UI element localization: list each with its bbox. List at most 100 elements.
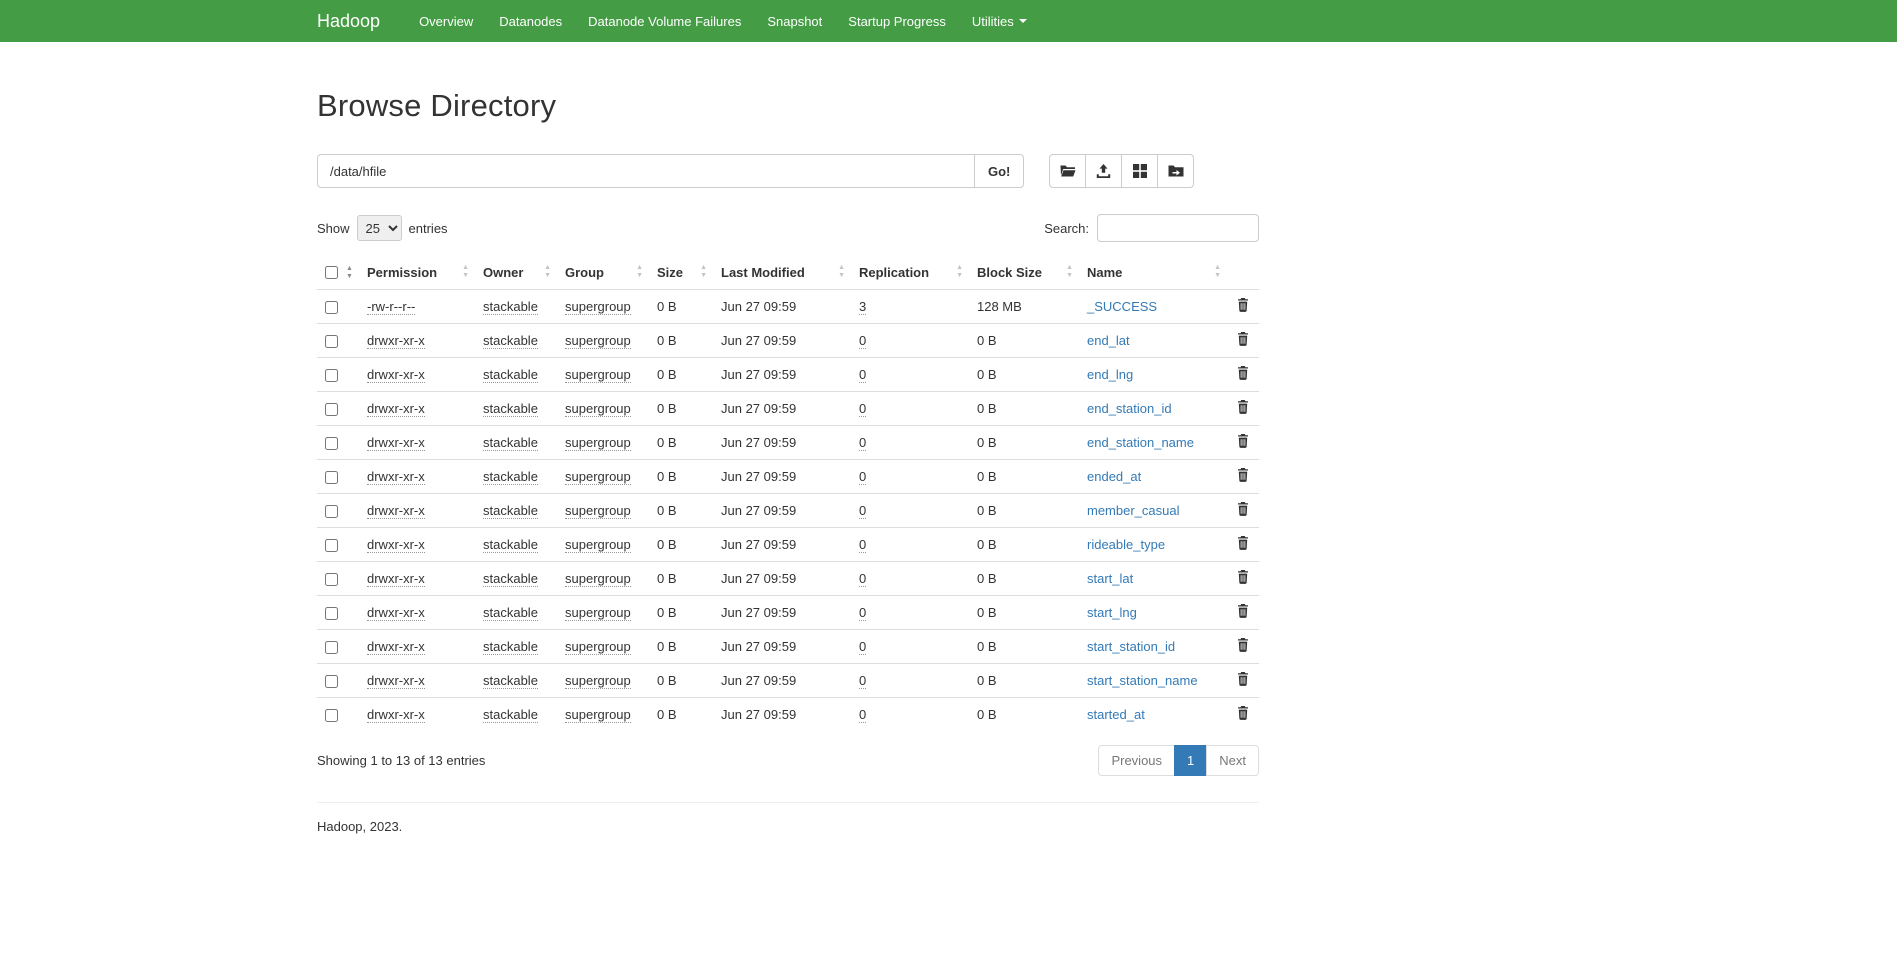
file-group[interactable]: supergroup [565, 639, 631, 655]
go-button[interactable]: Go! [974, 154, 1024, 188]
row-checkbox[interactable] [325, 369, 338, 382]
file-group[interactable]: supergroup [565, 333, 631, 349]
file-permission[interactable]: drwxr-xr-x [367, 707, 425, 723]
file-owner[interactable]: stackable [483, 469, 538, 485]
set-quota-button[interactable] [1121, 154, 1158, 188]
file-replication[interactable]: 3 [859, 299, 866, 315]
sort-icon[interactable]: ▲▼ [700, 264, 707, 280]
file-permission[interactable]: drwxr-xr-x [367, 537, 425, 553]
column-header-size[interactable]: Size▲▼ [649, 256, 713, 289]
file-name-link[interactable]: ended_at [1087, 469, 1141, 484]
file-owner[interactable]: stackable [483, 639, 538, 655]
file-replication[interactable]: 0 [859, 435, 866, 451]
pagination-previous[interactable]: Previous [1098, 745, 1175, 776]
row-checkbox[interactable] [325, 641, 338, 654]
file-group[interactable]: supergroup [565, 673, 631, 689]
file-group[interactable]: supergroup [565, 605, 631, 621]
file-owner[interactable]: stackable [483, 367, 538, 383]
file-replication[interactable]: 0 [859, 503, 866, 519]
nav-item-snapshot[interactable]: Snapshot [754, 0, 835, 42]
file-group[interactable]: supergroup [565, 469, 631, 485]
file-permission[interactable]: -rw-r--r-- [367, 299, 415, 315]
file-name-link[interactable]: started_at [1087, 707, 1145, 722]
file-replication[interactable]: 0 [859, 367, 866, 383]
row-checkbox[interactable] [325, 437, 338, 450]
file-replication[interactable]: 0 [859, 605, 866, 621]
delete-file-button[interactable] [1235, 400, 1251, 414]
file-owner[interactable]: stackable [483, 503, 538, 519]
file-owner[interactable]: stackable [483, 673, 538, 689]
nav-item-utilities[interactable]: Utilities [959, 0, 1040, 42]
file-name-link[interactable]: _SUCCESS [1087, 299, 1157, 314]
row-checkbox[interactable] [325, 471, 338, 484]
file-name-link[interactable]: end_station_name [1087, 435, 1194, 450]
search-input[interactable] [1097, 214, 1259, 242]
file-name-link[interactable]: end_lat [1087, 333, 1130, 348]
file-group[interactable]: supergroup [565, 571, 631, 587]
file-name-link[interactable]: start_lng [1087, 605, 1137, 620]
file-replication[interactable]: 0 [859, 639, 866, 655]
file-group[interactable]: supergroup [565, 299, 631, 315]
sort-icon[interactable]: ▲▼ [544, 264, 551, 280]
column-header-replication[interactable]: Replication▲▼ [851, 256, 969, 289]
delete-file-button[interactable] [1235, 366, 1251, 380]
select-all-checkbox[interactable] [325, 266, 338, 279]
nav-item-datanodes[interactable]: Datanodes [486, 0, 575, 42]
nav-item-startup-progress[interactable]: Startup Progress [835, 0, 959, 42]
file-permission[interactable]: drwxr-xr-x [367, 401, 425, 417]
row-checkbox[interactable] [325, 335, 338, 348]
pagination-page-1[interactable]: 1 [1174, 745, 1207, 776]
file-name-link[interactable]: start_lat [1087, 571, 1133, 586]
row-checkbox[interactable] [325, 573, 338, 586]
column-header-owner[interactable]: Owner▲▼ [475, 256, 557, 289]
file-name-link[interactable]: start_station_name [1087, 673, 1198, 688]
delete-file-button[interactable] [1235, 502, 1251, 516]
column-header-permission[interactable]: Permission▲▼ [359, 256, 475, 289]
file-owner[interactable]: stackable [483, 435, 538, 451]
delete-file-button[interactable] [1235, 706, 1251, 720]
file-replication[interactable]: 0 [859, 673, 866, 689]
cut-paste-button[interactable] [1157, 154, 1194, 188]
sort-icon[interactable]: ▲▼ [1066, 264, 1073, 280]
file-owner[interactable]: stackable [483, 299, 538, 315]
file-replication[interactable]: 0 [859, 537, 866, 553]
file-permission[interactable]: drwxr-xr-x [367, 605, 425, 621]
file-permission[interactable]: drwxr-xr-x [367, 639, 425, 655]
row-checkbox[interactable] [325, 539, 338, 552]
delete-file-button[interactable] [1235, 536, 1251, 550]
row-checkbox[interactable] [325, 709, 338, 722]
file-group[interactable]: supergroup [565, 367, 631, 383]
sort-icon[interactable]: ▲▼ [462, 264, 469, 280]
file-replication[interactable]: 0 [859, 707, 866, 723]
delete-file-button[interactable] [1235, 604, 1251, 618]
row-checkbox[interactable] [325, 607, 338, 620]
sort-icon[interactable]: ▲▼ [838, 264, 845, 280]
file-permission[interactable]: drwxr-xr-x [367, 571, 425, 587]
directory-path-input[interactable] [317, 154, 975, 188]
nav-item-overview[interactable]: Overview [406, 0, 486, 42]
delete-file-button[interactable] [1235, 332, 1251, 346]
nav-item-datanode-volume-failures[interactable]: Datanode Volume Failures [575, 0, 754, 42]
file-owner[interactable]: stackable [483, 707, 538, 723]
file-replication[interactable]: 0 [859, 333, 866, 349]
file-owner[interactable]: stackable [483, 571, 538, 587]
page-size-select[interactable]: 25 [357, 215, 402, 241]
file-permission[interactable]: drwxr-xr-x [367, 333, 425, 349]
file-permission[interactable]: drwxr-xr-x [367, 469, 425, 485]
sort-icon[interactable]: ▲▼ [956, 264, 963, 280]
file-permission[interactable]: drwxr-xr-x [367, 503, 425, 519]
file-name-link[interactable]: end_station_id [1087, 401, 1172, 416]
file-permission[interactable]: drwxr-xr-x [367, 367, 425, 383]
column-header-group[interactable]: Group▲▼ [557, 256, 649, 289]
file-group[interactable]: supergroup [565, 401, 631, 417]
delete-file-button[interactable] [1235, 570, 1251, 584]
file-group[interactable]: supergroup [565, 503, 631, 519]
file-replication[interactable]: 0 [859, 401, 866, 417]
file-permission[interactable]: drwxr-xr-x [367, 673, 425, 689]
row-checkbox[interactable] [325, 403, 338, 416]
file-name-link[interactable]: start_station_id [1087, 639, 1175, 654]
file-owner[interactable]: stackable [483, 605, 538, 621]
file-owner[interactable]: stackable [483, 537, 538, 553]
file-name-link[interactable]: end_lng [1087, 367, 1133, 382]
upload-files-button[interactable] [1085, 154, 1122, 188]
